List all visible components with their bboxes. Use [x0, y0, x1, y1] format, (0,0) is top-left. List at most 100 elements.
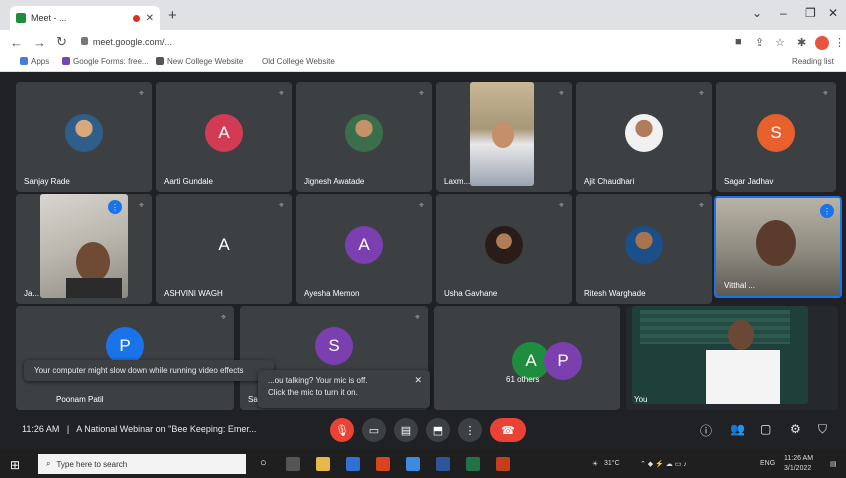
file-explorer-icon[interactable] [316, 457, 330, 471]
reload-icon[interactable]: ↻ [56, 34, 67, 50]
task-view-icon[interactable] [286, 457, 300, 471]
forward-icon[interactable]: → [33, 35, 46, 50]
present-button[interactable]: ⬒ [426, 418, 450, 442]
participant-tile[interactable]: ⌖ A Ayesha Memon [296, 194, 432, 304]
close-toast-icon[interactable]: ✕ [414, 375, 422, 386]
participant-photo [625, 225, 663, 264]
powerpoint-icon[interactable] [496, 457, 510, 471]
pin-icon[interactable]: ⌖ [279, 200, 284, 211]
share-icon[interactable]: ⇪ [755, 36, 764, 49]
windows-taskbar: ⊞ ⌕ Type here to search ○ ☀ 31°C ⌃ ◆ ⚡ ☁… [0, 450, 846, 478]
participant-tile[interactable]: ⌖ Ritesh Warghade [576, 194, 712, 304]
mic-off-icon: 🎙 [335, 424, 349, 437]
minimize-button[interactable]: – [780, 6, 787, 20]
participant-tile[interactable]: ⌖ Laxm... [436, 82, 572, 192]
taskbar-search-box[interactable]: ⌕ Type here to search [38, 454, 246, 474]
self-name: You [634, 395, 648, 404]
meet-favicon-icon [16, 13, 26, 23]
reading-list[interactable]: Reading list [792, 57, 834, 66]
pin-icon[interactable]: ⌖ [139, 200, 144, 211]
participant-name: Laxm... [444, 177, 471, 186]
clock-date[interactable]: 3/1/2022 [784, 465, 811, 472]
participant-tile[interactable]: ⌖ Ajit Chaudhari [576, 82, 712, 192]
end-call-button[interactable]: ☎ [490, 418, 526, 442]
mic-toggle-button[interactable]: 🎙 [330, 418, 354, 442]
close-tab-icon[interactable]: ✕ [146, 13, 154, 24]
others-tile[interactable]: A P 61 others [434, 306, 620, 410]
captions-button[interactable]: ▤ [394, 418, 418, 442]
url-field[interactable]: meet.google.com/... [80, 37, 172, 47]
people-icon[interactable]: 👥 [730, 422, 745, 436]
bookmark-old-college[interactable]: Old College Website [262, 57, 335, 66]
extensions-icon[interactable]: ✱ [797, 36, 806, 49]
windows-start-icon[interactable]: ⊞ [10, 458, 20, 472]
participant-tile[interactable]: ⌖ Sanjay Rade [16, 82, 152, 192]
pin-icon[interactable]: ⌖ [279, 88, 284, 99]
pin-icon[interactable]: ⌖ [559, 200, 564, 211]
more-options-button[interactable]: ⋮ [458, 418, 482, 442]
bookmark-google-forms[interactable]: Google Forms: free... [62, 57, 149, 66]
pin-icon[interactable]: ⌖ [559, 88, 564, 99]
excel-icon[interactable] [466, 457, 480, 471]
tab-search-icon[interactable]: ⌄ [752, 6, 762, 20]
menu-icon[interactable]: ⋮ [834, 36, 845, 49]
self-tile[interactable]: You [626, 306, 838, 410]
profile-avatar[interactable] [815, 36, 829, 50]
participant-photo [65, 113, 103, 152]
camera-toggle-button[interactable]: ▭ [362, 418, 386, 442]
language-indicator[interactable]: ENG [760, 460, 775, 467]
office-icon[interactable] [376, 457, 390, 471]
participant-name: Ayesha Memon [304, 289, 360, 298]
system-tray-icons[interactable]: ⌃ ◆ ⚡ ☁ ▭ ♪ [640, 460, 687, 468]
pin-icon[interactable]: ⌖ [699, 88, 704, 99]
participant-name: Ritesh Warghade [584, 289, 646, 298]
pin-icon[interactable]: ⌖ [699, 200, 704, 211]
self-video [632, 306, 808, 404]
activities-icon[interactable]: ⚙ [790, 422, 801, 436]
mail-icon[interactable] [346, 457, 360, 471]
close-window-button[interactable]: ✕ [828, 6, 838, 20]
participant-face [492, 122, 514, 148]
pin-icon[interactable]: ⌖ [221, 312, 226, 323]
host-controls-icon[interactable]: ⛉ [818, 422, 827, 437]
pin-icon[interactable]: ⌖ [139, 88, 144, 99]
weather-icon: ☀ [592, 461, 599, 468]
speaking-indicator-icon: ⋮ [108, 200, 122, 214]
pin-icon[interactable]: ⌖ [823, 88, 828, 99]
participant-tile[interactable]: ⌖ S Sagar Jadhav [716, 82, 836, 192]
chat-icon[interactable]: ▢ [760, 422, 771, 436]
camera-icon: ▭ [368, 424, 380, 437]
new-tab-button[interactable]: + [168, 7, 177, 24]
word-icon[interactable] [436, 457, 450, 471]
participant-tile[interactable]: ⌖ A ASHVINI WAGH [156, 194, 292, 304]
edge-icon[interactable] [406, 457, 420, 471]
bookmark-star-icon[interactable]: ☆ [775, 36, 785, 49]
participant-tile-active-speaker[interactable]: ⋮ Vitthal ... [714, 196, 842, 298]
clock-time[interactable]: 11:26 AM [784, 455, 813, 462]
back-icon[interactable]: ← [10, 35, 23, 50]
meeting-time: 11:26 AM [22, 424, 60, 434]
url-text: meet.google.com/... [92, 37, 172, 47]
pin-icon[interactable]: ⌖ [415, 312, 420, 323]
pin-icon[interactable]: ⌖ [419, 88, 424, 99]
participant-avatar: S [315, 326, 353, 365]
globe-icon [156, 57, 164, 65]
bookmark-new-college[interactable]: New College Website [156, 57, 243, 66]
participant-tile[interactable]: ⌖ Usha Gavhane [436, 194, 572, 304]
participant-photo [625, 113, 663, 152]
meeting-info: 11:26 AM | A National Webinar on "Bee Ke… [22, 424, 256, 434]
participant-face [76, 242, 110, 282]
participant-tile[interactable]: ⌖ A Aarti Gundale [156, 82, 292, 192]
participant-tile[interactable]: ⌖ Jignesh Awatade [296, 82, 432, 192]
info-icon[interactable]: ⓘ [700, 422, 712, 439]
participant-tile[interactable]: ⌖ P Poonam Patil [16, 306, 234, 410]
participant-tile[interactable]: ⌖ ⋮ Ja... [16, 194, 152, 304]
restore-button[interactable]: ❐ [805, 6, 816, 20]
pin-icon[interactable]: ⌖ [419, 200, 424, 211]
participant-name: Aarti Gundale [164, 177, 213, 186]
camera-permission-icon[interactable]: ■ [735, 36, 742, 48]
cortana-icon[interactable]: ○ [260, 457, 274, 471]
bookmark-apps[interactable]: Apps [20, 57, 49, 66]
notifications-icon[interactable]: ▤ [830, 460, 837, 468]
browser-tab[interactable]: Meet - ... ✕ [10, 6, 160, 30]
